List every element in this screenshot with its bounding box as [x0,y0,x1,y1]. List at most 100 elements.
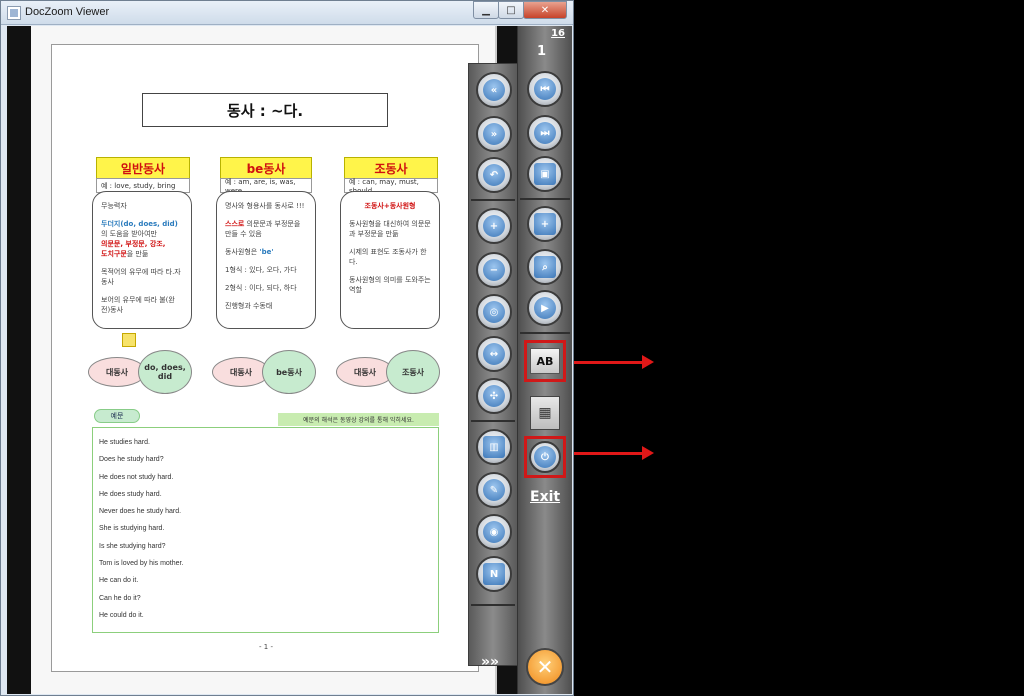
bookshelf-icon: ▥ [483,436,505,458]
card-text: 목적어의 유무에 따라 타.자동사 [101,268,181,286]
zoom-in-button[interactable]: + [476,208,512,244]
ab-text-button[interactable]: AB [524,340,566,382]
fit-page-button[interactable]: ✣ [476,378,512,414]
ab-icon: AB [530,348,560,374]
example-box: He studies hard. Does he study hard? He … [92,427,439,633]
card-text: 두더지(do, does, did) 의 도움을 받아여만 의문문, 부정문, … [101,220,178,258]
example-tag: 예문 [94,409,140,423]
fit-width-icon: ↔ [483,343,505,365]
divider [471,420,515,422]
category-heading-general-verb: 일반동사 [96,157,190,179]
power-plug-button[interactable]: ⏻ [524,436,566,478]
divider [471,604,515,606]
example-note: 예문의 해석은 동영상 강의를 통해 익히세요. [278,413,439,426]
camera-icon: ◉ [483,521,505,543]
window-controls: ▁ □ ✕ [473,1,567,19]
card-text: 진행형과 수동태 [225,302,273,310]
app-window: DocZoom Viewer ▁ □ ✕ 동사 : ~다. 일반동사 예 : l… [0,0,574,696]
example-line: He could do it. [99,611,144,619]
card-text: 1형식 : 있다, 오다, 가다 [225,266,297,274]
page-content: 동사 : ~다. 일반동사 예 : love, study, bring be동… [51,44,479,672]
plug-circle: ⏻ [529,441,561,473]
rewind-button[interactable]: « [476,72,512,108]
zoom-out-button[interactable]: − [476,252,512,288]
add-page-button[interactable]: + [527,206,563,242]
card-text: 동사원형은 'be' [225,248,274,256]
more-tools-button[interactable]: »» [481,654,499,670]
zoom-reset-button[interactable]: ◎ [476,294,512,330]
card-text: 명사와 형용사를 동사로 !!! [225,202,305,210]
close-button[interactable]: ✕ [523,1,567,19]
last-page-button[interactable]: ⏭ [527,115,563,151]
card-general-verb: 무능력자 두더지(do, does, did) 의 도움을 받아여만 의문문, … [92,191,192,329]
document-viewer: 동사 : ~다. 일반동사 예 : love, study, bring be동… [7,26,572,694]
fit-width-button[interactable]: ↔ [476,336,512,372]
fast-forward-icon: » [483,123,505,145]
first-page-icon: ⏮ [534,78,556,100]
plug-icon: ⏻ [534,446,556,468]
play-icon: ▶ [534,297,556,319]
title-bar[interactable]: DocZoom Viewer ▁ □ ✕ [1,1,573,25]
minimize-button[interactable]: ▁ [473,1,499,19]
page-counter: 16 1 [518,26,573,66]
undo-icon: ↶ [483,164,505,186]
window-title: DocZoom Viewer [25,6,110,18]
pair-right-2: be동사 [262,350,316,394]
zoom-in-icon: + [483,215,505,237]
annotation-arrow-plug [574,446,654,460]
exit-button[interactable]: Exit [530,489,560,505]
example-line: He does study hard. [99,490,162,498]
remote-icon: ▦ [538,405,552,421]
card-text: 보어의 유무에 따라 불(완전)동사 [101,296,175,314]
note-icon: N [483,563,505,585]
zoom-reset-icon: ◎ [483,301,505,323]
card-text: 동사원형의 의미를 도와주는 역할 [349,276,431,294]
fast-forward-button[interactable]: » [476,116,512,152]
bookmark-button[interactable]: ▣ [527,156,563,192]
total-pages: 16 [551,28,565,39]
example-line: Can he do it? [99,594,141,602]
card-text: 2형식 : 이다, 되다, 하다 [225,284,297,292]
divider [520,198,570,200]
app-icon [7,6,21,20]
note-button[interactable]: N [476,556,512,592]
pair-right-3: 조동사 [386,350,440,394]
tool-panel: « » ↶ + − ◎ ↔ ✣ ▥ ✎ ◉ N »» [468,63,518,670]
rewind-icon: « [483,79,505,101]
pair-right-1: do, does, did [138,350,192,394]
card-text: 동사원형을 대신하여 의문문과 부정문을 만듦 [349,220,431,238]
add-page-icon: + [534,213,556,235]
card-auxiliary-verb: 조동사+동사원형 동사원형을 대신하여 의문문과 부정문을 만듦 시제의 표현도… [340,191,440,329]
search-page-button[interactable]: ⌕ [527,249,563,285]
undo-button[interactable]: ↶ [476,157,512,193]
pen-button[interactable]: ✎ [476,472,512,508]
card-text: 시제의 표현도 조동사가 한다. [349,248,427,266]
navigation-panel: 16 1 ⏮ ⏭ ▣ + ⌕ ▶ AB ▦ ⏻ Exit ✕ [517,26,572,694]
maximize-button[interactable]: □ [498,1,524,19]
page-title: 동사 : ~다. [142,93,388,127]
first-page-button[interactable]: ⏮ [527,71,563,107]
remote-control-button[interactable]: ▦ [530,396,560,430]
zoom-out-icon: − [483,259,505,281]
pen-icon: ✎ [483,479,505,501]
quit-button[interactable]: ✕ [526,648,564,686]
bookshelf-button[interactable]: ▥ [476,429,512,465]
document-page: 동사 : ~다. 일반동사 예 : love, study, bring be동… [31,26,497,694]
annotation-arrow-ab [574,355,654,369]
bookmark-icon: ▣ [534,163,556,185]
card-text: 무능력자 [101,202,127,210]
divider [471,199,515,201]
example-line: She is studying hard. [99,525,165,533]
example-line: Does he study hard? [99,456,164,464]
sticky-note-icon[interactable] [122,333,136,347]
page-number: - 1 - [259,643,273,651]
play-button[interactable]: ▶ [527,290,563,326]
example-line: Is she studying hard? [99,542,166,550]
divider [520,332,570,334]
card-text: 스스로 의문문과 부정문을 만들 수 있음 [225,220,301,238]
example-line: He studies hard. [99,439,150,446]
current-page[interactable]: 1 [537,44,546,59]
search-icon: ⌕ [534,256,556,278]
example-line: He does not study hard. [99,473,174,481]
camera-button[interactable]: ◉ [476,514,512,550]
